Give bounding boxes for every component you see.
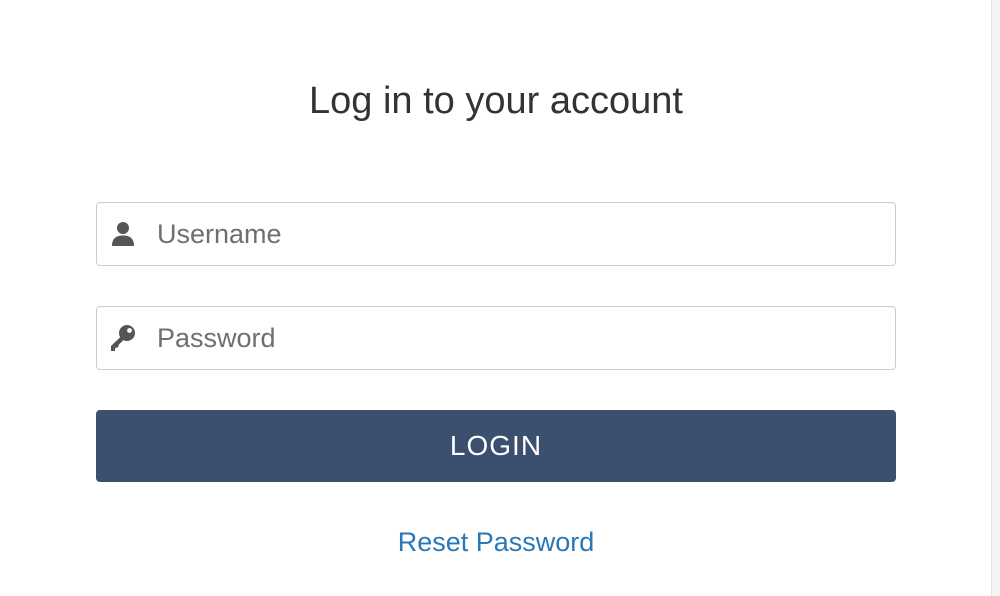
reset-password-link[interactable]: Reset Password	[96, 522, 896, 562]
username-input[interactable]	[157, 203, 877, 265]
scrollbar-track[interactable]	[991, 0, 1000, 596]
login-button[interactable]: LOGIN	[96, 410, 896, 482]
page-title: Log in to your account	[309, 80, 683, 122]
login-page: Log in to your account LOGIN Reset Passw…	[0, 0, 1000, 596]
username-field[interactable]	[96, 202, 896, 266]
user-icon	[109, 220, 137, 248]
key-icon	[109, 324, 137, 352]
password-input[interactable]	[157, 307, 877, 369]
password-field[interactable]	[96, 306, 896, 370]
